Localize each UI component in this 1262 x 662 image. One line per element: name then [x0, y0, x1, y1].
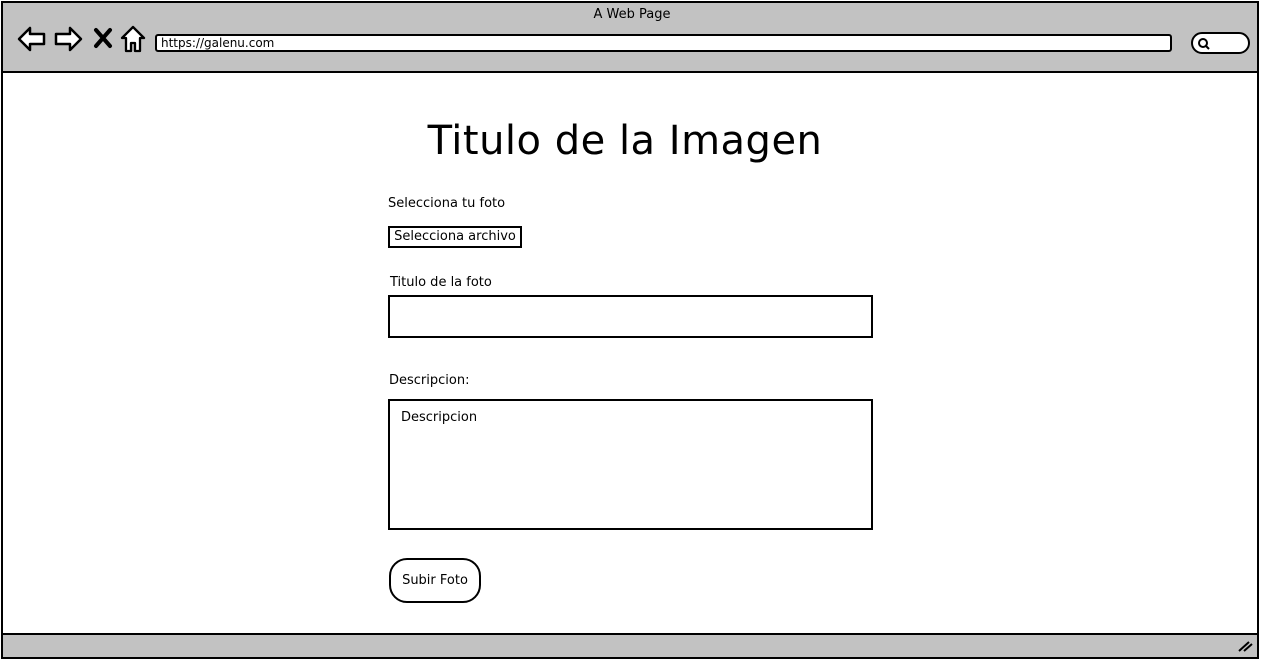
- forward-icon[interactable]: [53, 25, 83, 53]
- search-icon: [1198, 38, 1210, 50]
- home-icon[interactable]: [119, 24, 147, 54]
- select-file-button[interactable]: Selecciona archivo: [388, 226, 522, 248]
- photo-title-input[interactable]: [388, 295, 873, 338]
- resize-icon[interactable]: [1237, 639, 1253, 653]
- description-textarea[interactable]: Descripcion: [388, 399, 873, 530]
- photo-label: Selecciona tu foto: [388, 196, 506, 211]
- status-bar: [1, 633, 1259, 659]
- address-bar[interactable]: https://galenu.com: [155, 34, 1172, 52]
- window-title: A Web Page: [593, 7, 671, 22]
- submit-photo-button[interactable]: Subir Foto: [389, 558, 481, 603]
- page-title: Titulo de la Imagen: [427, 118, 823, 164]
- browser-window: A Web Page https://galenu.com Titulo de …: [0, 0, 1262, 662]
- description-label: Descripcion:: [389, 373, 470, 388]
- photo-title-label: Titulo de la foto: [390, 275, 492, 290]
- back-icon[interactable]: [17, 25, 47, 53]
- browser-toolbar: A Web Page https://galenu.com: [1, 1, 1259, 73]
- close-icon[interactable]: [93, 27, 113, 49]
- search-box[interactable]: [1191, 32, 1250, 54]
